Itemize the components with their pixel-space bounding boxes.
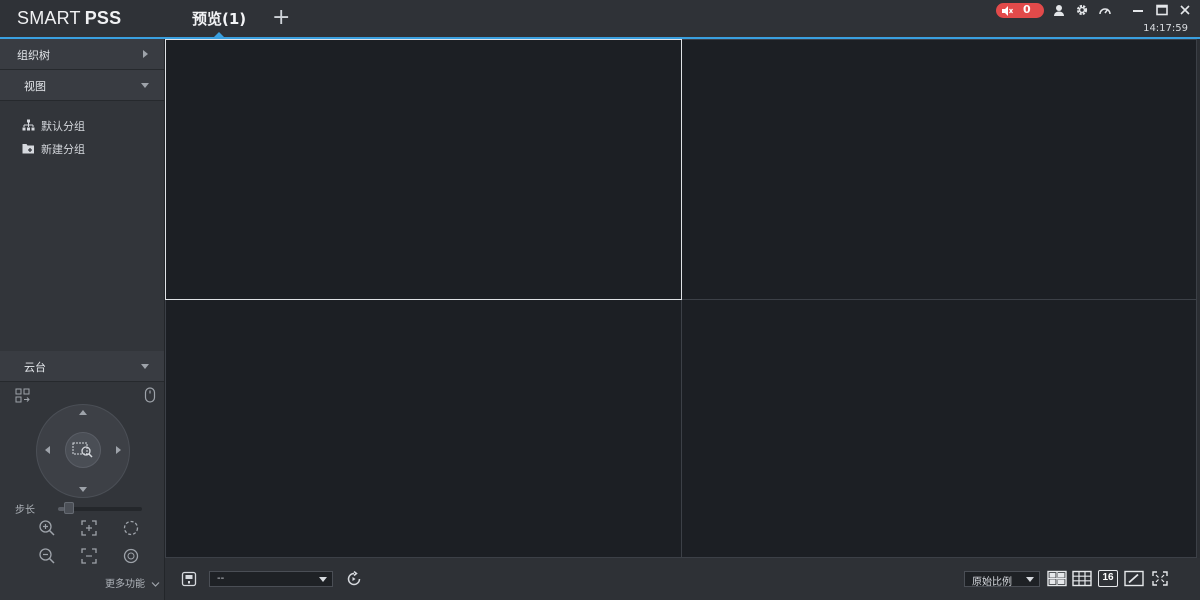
alarm-count: 0 — [1023, 3, 1031, 16]
app-name-regular: SMART — [17, 8, 81, 28]
video-grid — [165, 39, 1197, 558]
view-item-label: 新建分组 — [41, 143, 85, 156]
step-slider-handle[interactable] — [64, 502, 74, 514]
focus-near-icon[interactable] — [80, 519, 98, 537]
chevron-down-icon — [141, 83, 149, 88]
layout-4-icon[interactable] — [1047, 570, 1067, 587]
mouse-icon[interactable] — [144, 387, 156, 403]
section-ptz-label: 云台 — [24, 361, 46, 374]
clock: 14:17:59 — [1143, 23, 1188, 34]
speedometer-icon[interactable] — [1098, 3, 1112, 17]
video-window-1[interactable] — [165, 39, 682, 300]
app-logo: SMART PSS — [17, 8, 121, 29]
zoom-out-icon[interactable] — [38, 547, 56, 565]
zoom-area-icon — [72, 442, 93, 458]
more-functions-label: 更多功能 — [105, 579, 145, 590]
view-item-label: 默认分组 — [41, 120, 85, 133]
step-label: 步长 — [15, 505, 35, 516]
add-tab-button[interactable]: + — [272, 6, 290, 30]
aspect-ratio-value: 原始比例 — [972, 577, 1012, 588]
close-icon[interactable] — [1178, 3, 1192, 17]
video-window-2[interactable] — [681, 39, 1197, 300]
preset-grid-icon[interactable] — [15, 388, 31, 404]
bottom-toolbar: -- 原始比例 16 — [165, 558, 1200, 600]
section-org-tree[interactable]: 组织树 — [0, 39, 164, 70]
refresh-icon[interactable] — [346, 571, 362, 587]
stream-select[interactable]: -- — [209, 571, 333, 587]
chevron-down-icon — [141, 364, 149, 369]
custom-layout-icon[interactable] — [1124, 570, 1144, 587]
section-view[interactable]: 视图 — [0, 70, 164, 101]
user-icon[interactable] — [1052, 3, 1066, 17]
minimize-icon[interactable] — [1131, 3, 1145, 17]
ptz-center-button[interactable] — [65, 432, 101, 468]
fullscreen-icon[interactable] — [1150, 570, 1170, 587]
chevron-down-icon — [151, 582, 160, 587]
ptz-panel: 步长 更多功能 — [0, 381, 164, 600]
layout-9-icon[interactable] — [1072, 570, 1092, 587]
ptz-up-icon[interactable] — [79, 410, 87, 415]
focus-far-icon[interactable] — [80, 547, 98, 565]
video-window-4[interactable] — [681, 299, 1197, 558]
ptz-right-icon[interactable] — [116, 446, 121, 454]
gear-icon[interactable] — [1075, 3, 1089, 17]
chevron-right-icon — [143, 50, 148, 58]
sidebar: 组织树 视图 默认分组 新建分组 云台 步长 更多功能 — [0, 39, 165, 600]
speaker-muted-icon — [1002, 6, 1013, 16]
aspect-ratio-select[interactable]: 原始比例 — [964, 571, 1040, 588]
layout-16-button[interactable]: 16 — [1098, 570, 1118, 587]
section-ptz[interactable]: 云台 — [0, 351, 164, 382]
chevron-down-icon — [319, 577, 327, 582]
more-functions-link[interactable]: 更多功能 — [105, 575, 160, 590]
ptz-down-icon[interactable] — [79, 487, 87, 492]
tab-preview[interactable]: 预览(1) — [192, 8, 246, 29]
video-window-3[interactable] — [165, 299, 682, 558]
section-view-label: 视图 — [24, 80, 46, 93]
section-org-tree-label: 组织树 — [17, 49, 50, 62]
title-bar: SMART PSS 预览(1) + 0 14:17:59 — [0, 0, 1200, 38]
ptz-left-icon[interactable] — [45, 446, 50, 454]
maximize-icon[interactable] — [1155, 3, 1169, 17]
new-folder-icon — [22, 144, 34, 154]
iris-close-icon[interactable] — [122, 547, 140, 565]
app-name-bold: PSS — [84, 8, 122, 28]
iris-open-icon[interactable] — [122, 519, 140, 537]
chevron-down-icon — [1026, 577, 1034, 582]
stream-select-value: -- — [217, 573, 225, 584]
zoom-in-icon[interactable] — [38, 519, 56, 537]
alarm-toggle-button[interactable]: 0 — [996, 3, 1044, 18]
group-tree-icon — [22, 119, 35, 131]
save-view-icon[interactable] — [181, 571, 197, 587]
